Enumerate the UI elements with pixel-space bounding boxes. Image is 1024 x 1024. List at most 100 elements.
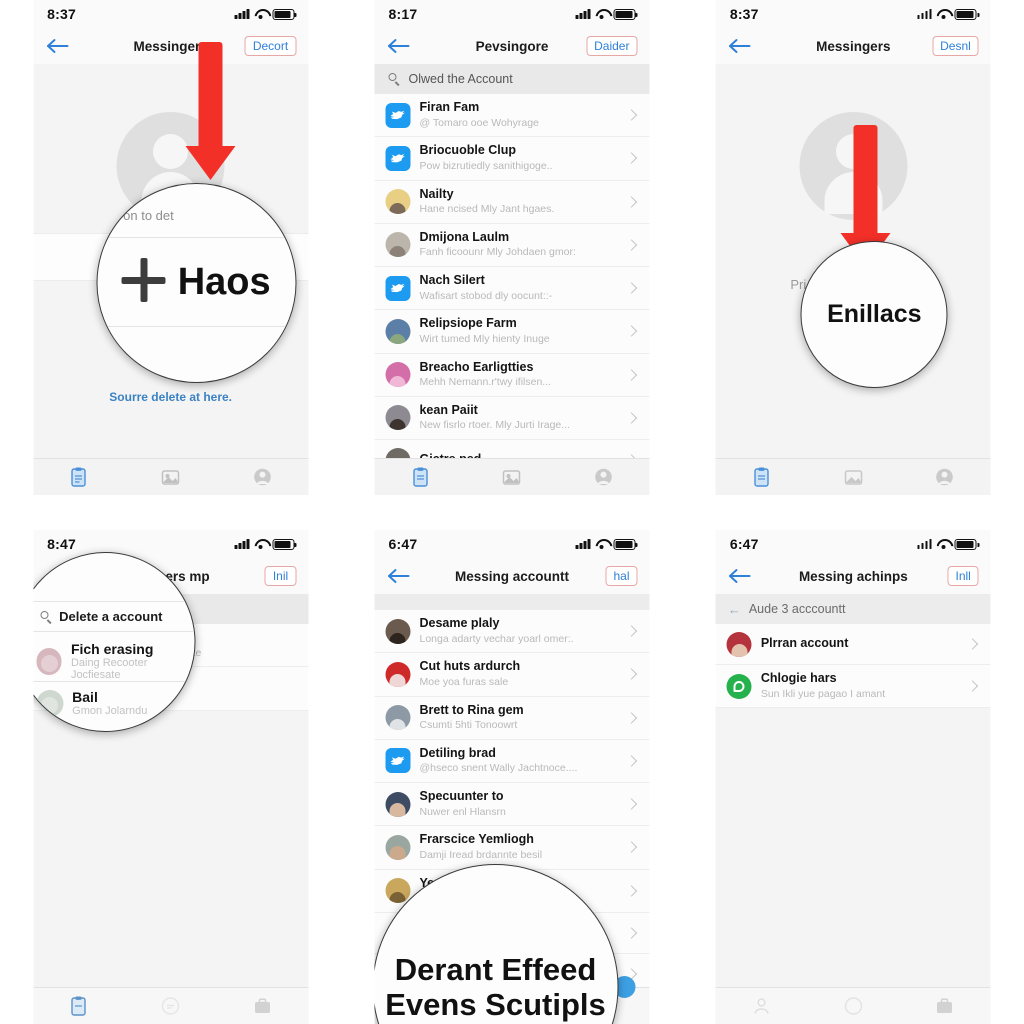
list-item[interactable]: Relipsiope Farm Wirt tumed Mly hienty Inu…	[374, 310, 650, 354]
status-bar-2: 8:17	[374, 0, 650, 28]
nav-action-button[interactable]: Decort	[244, 36, 297, 56]
status-icons	[234, 538, 297, 550]
tab-clipboard[interactable]	[68, 995, 90, 1017]
nav-action-button[interactable]: Inll	[947, 566, 979, 586]
tab-image[interactable]	[501, 466, 523, 488]
phone-screen-5: 6:47 Messing accountt hal Desame plaly Lo…	[374, 530, 650, 1024]
tab-briefcase[interactable]	[934, 995, 956, 1017]
list-item-subtitle: New fisrlo rtoer. Mly Jurti Irage...	[419, 419, 571, 432]
back-row[interactable]: ← Aude 3 acccountt	[715, 594, 991, 624]
chevron-right-icon	[625, 711, 638, 724]
tab-chat[interactable]	[160, 995, 182, 1017]
list-item[interactable]: kean Paiit New fisrlo rtoer. Mly Jurti Ir…	[374, 396, 650, 441]
chevron-right-icon	[625, 798, 638, 810]
list-item[interactable]: Dmijona Laulm Fanh ficoounr Mly Johdaen g…	[374, 223, 650, 268]
tab-clipboard[interactable]	[68, 466, 90, 488]
status-time: 8:17	[388, 6, 418, 22]
list-item[interactable]: Nailty Hane ncised Mly Jant hgaes.	[374, 180, 650, 224]
tab-person[interactable]	[593, 466, 615, 488]
list-item[interactable]: Specuunter to Nuwer enl Hlansrn	[374, 783, 650, 827]
chevron-right-icon	[625, 369, 638, 381]
list-item-subtitle: Mehh Nemann.r'twy ifilsen...	[419, 376, 552, 389]
list-item[interactable]: Firan Fam @ Tomaro ooe Wohyrage	[374, 94, 650, 138]
nav-action-button[interactable]: Desnl	[932, 36, 979, 56]
chevron-right-icon	[967, 680, 979, 692]
back-arrow-icon[interactable]	[728, 37, 754, 55]
list-item-title: Detiling brad	[419, 745, 496, 760]
avatar	[385, 661, 411, 687]
avatar	[385, 189, 411, 215]
back-row-label: Aude 3 acccountt	[748, 602, 846, 616]
list-item[interactable]: Plrran account	[715, 624, 991, 665]
magnifier-line-2: Evens Scutipls	[385, 987, 606, 1022]
status-icons	[917, 8, 980, 20]
list-item-subtitle: Csumti 5hti Tonoowrt	[419, 719, 518, 732]
tab-chat[interactable]	[842, 995, 864, 1017]
list-item[interactable]: Desame plaly Longa adarty vechar yoarl om…	[374, 610, 650, 654]
list-item-title: kean Paiit	[419, 402, 478, 417]
chevron-right-icon	[625, 841, 638, 854]
nav-action-button[interactable]: hal	[605, 566, 638, 586]
phone-screen-3: 8:37 Messingers Desnl Pri Enillacs	[715, 0, 991, 495]
back-arrow-icon[interactable]	[45, 37, 71, 55]
list-item[interactable]: Briocuoble Clup Pow bizrutiedly sanithigo…	[374, 137, 650, 181]
list-item[interactable]: Nach Silert Wafisart stobod dly oocunt::-	[374, 267, 650, 311]
wifi-icon	[254, 9, 267, 19]
chevron-right-icon	[625, 152, 638, 165]
back-arrow-icon[interactable]	[386, 567, 412, 585]
search-input-2[interactable]: Olwed the Account	[374, 64, 650, 94]
list-item-title: Cut huts ardurch	[419, 659, 521, 674]
list-item-subtitle: Fanh ficoounr Mly Johdaen gmor:	[419, 246, 576, 259]
list-item[interactable]: Chlogie hars Sun Ikli yue pagao I amant	[715, 665, 991, 709]
status-icons	[575, 8, 638, 20]
tab-bar-2	[374, 458, 650, 495]
nav-action-button[interactable]: Daider	[586, 36, 638, 56]
list-item[interactable]: Breacho Earligtties Mehh Nemann.r'twy ifi…	[374, 353, 650, 397]
status-icons	[917, 538, 980, 550]
battery-icon	[954, 8, 980, 20]
magnifier-list-item: Bail Gmon Jolarndu	[36, 689, 147, 717]
list-item-subtitle: Wirt tumed Mly hienty Inuge	[419, 332, 550, 345]
account-list-2: Firan Fam @ Tomaro ooe Wohyrage Briocuobl…	[374, 94, 650, 482]
avatar	[36, 647, 62, 675]
tab-briefcase[interactable]	[251, 995, 273, 1017]
list-item-subtitle: Sun Ikli yue pagao I amant	[760, 687, 886, 700]
back-arrow-icon[interactable]	[728, 567, 754, 585]
avatar	[385, 834, 411, 860]
magnifier-item-subtitle: Daing Recooter Jocfiesate	[70, 657, 148, 681]
magnifier-search-row: Delete a account	[40, 609, 162, 624]
wifi-icon	[254, 539, 267, 549]
list-item[interactable]: Detiling brad @hseco snent Wally Jachtnoc…	[374, 739, 650, 784]
back-arrow-icon[interactable]	[386, 37, 412, 55]
list-item[interactable]: Frarscice Yemliogh Damji Iread brdannte b…	[374, 826, 650, 870]
status-time: 8:47	[47, 536, 76, 552]
list-item-subtitle: Hane ncised Mly Jant hgaes.	[419, 203, 555, 216]
avatar	[385, 618, 411, 644]
list-item[interactable]: Brett to Rina gem Csumti 5hti Tonoowrt	[374, 696, 650, 740]
signal-icon	[575, 9, 591, 19]
battery-icon	[613, 538, 638, 550]
tab-clipboard[interactable]	[409, 466, 431, 488]
tab-person[interactable]	[934, 466, 956, 488]
tab-image[interactable]	[160, 466, 182, 488]
avatar-head	[153, 134, 189, 169]
avatar	[36, 689, 64, 717]
magnifier-label: Enillacs	[827, 300, 922, 328]
list-item-subtitle: Pow bizrutiedly sanithigoge..	[419, 159, 553, 172]
signal-icon	[917, 539, 932, 549]
list-item[interactable]: Cut huts ardurch Moe yoa furas sale	[374, 653, 650, 697]
tab-clipboard[interactable]	[751, 466, 773, 488]
tab-person[interactable]	[751, 995, 773, 1017]
list-item-title: Desame plaly	[419, 616, 500, 630]
hint-link[interactable]: Sourre delete at here.	[33, 390, 308, 404]
nav-bar-6: Messing achinps Inll	[715, 558, 991, 594]
list-item-subtitle: Moe yoa furas sale	[419, 675, 509, 688]
tab-image[interactable]	[842, 466, 864, 488]
chevron-right-icon	[625, 282, 638, 294]
list-item-title: Chlogie hars	[760, 671, 837, 685]
avatar	[385, 232, 411, 258]
tab-person[interactable]	[251, 466, 273, 488]
battery-icon	[954, 538, 980, 550]
nav-action-button[interactable]: Inil	[264, 566, 297, 586]
avatar	[385, 318, 411, 344]
